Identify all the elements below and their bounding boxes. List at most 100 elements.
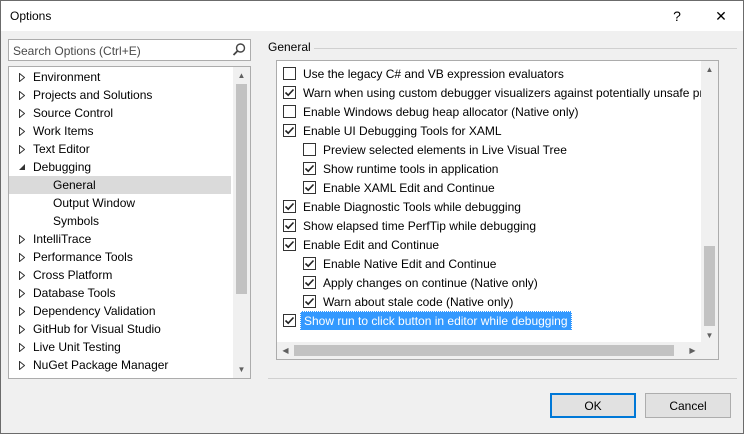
option-row[interactable]: Enable Diagnostic Tools while debugging <box>277 197 703 216</box>
help-button[interactable]: ? <box>655 1 699 31</box>
option-row[interactable]: Warn about stale code (Native only) <box>277 292 703 311</box>
search-placeholder: Search Options (Ctrl+E) <box>13 44 141 58</box>
tree-item-cross-platform[interactable]: Cross Platform <box>9 266 231 284</box>
collapsed-arrow-icon[interactable] <box>17 122 27 140</box>
unchecked-checkbox[interactable] <box>303 143 316 156</box>
tree-item-label: Text Editor <box>33 142 90 156</box>
collapsed-arrow-icon[interactable] <box>17 68 27 86</box>
checked-checkbox[interactable] <box>283 86 296 99</box>
collapsed-arrow-icon[interactable] <box>17 104 27 122</box>
ok-button[interactable]: OK <box>550 393 636 418</box>
expanded-arrow-icon[interactable] <box>17 158 27 176</box>
unchecked-checkbox[interactable] <box>283 67 296 80</box>
scroll-down-arrow-icon[interactable]: ▼ <box>233 361 250 378</box>
tree-item-label: IntelliTrace <box>33 232 92 246</box>
options-category-tree[interactable]: SQL Server Tools NuGet Package Manager Liv… <box>8 66 251 379</box>
tree-item-performance-tools[interactable]: Performance Tools <box>9 248 231 266</box>
checked-checkbox[interactable] <box>283 314 296 327</box>
checked-checkbox[interactable] <box>303 276 316 289</box>
option-row[interactable]: Enable UI Debugging Tools for XAML <box>277 121 703 140</box>
options-vertical-scrollbar[interactable]: ▲ ▼ <box>701 61 718 344</box>
tree-item-label: Cross Platform <box>33 268 113 282</box>
tree-item-github-for-visual-studio[interactable]: GitHub for Visual Studio <box>9 320 231 338</box>
checked-checkbox[interactable] <box>283 200 296 213</box>
tree-item-dependency-validation[interactable]: Dependency Validation <box>9 302 231 320</box>
option-row[interactable]: Enable XAML Edit and Continue <box>277 178 703 197</box>
option-label: Enable XAML Edit and Continue <box>323 180 495 195</box>
checked-checkbox[interactable] <box>303 181 316 194</box>
title-bar: Options ? ✕ <box>1 1 743 31</box>
checked-checkbox[interactable] <box>303 257 316 270</box>
scroll-up-arrow-icon[interactable]: ▲ <box>701 61 718 78</box>
checked-checkbox[interactable] <box>283 124 296 137</box>
close-button[interactable]: ✕ <box>699 1 743 31</box>
option-label: Warn when using custom debugger visualiz… <box>303 85 703 100</box>
option-row[interactable]: Show elapsed time PerfTip while debuggin… <box>277 216 703 235</box>
collapsed-arrow-icon[interactable] <box>17 374 27 378</box>
option-row[interactable]: Show runtime tools in application <box>277 159 703 178</box>
collapsed-arrow-icon[interactable] <box>17 266 27 284</box>
scroll-left-arrow-icon[interactable]: ◀ <box>277 342 294 359</box>
tree-item-nuget-package-manager[interactable]: NuGet Package Manager <box>9 356 231 374</box>
tree-item-debugging[interactable]: Debugging <box>9 158 231 176</box>
tree-item-work-items[interactable]: Work Items <box>9 122 231 140</box>
tree-item-label: Work Items <box>33 124 94 138</box>
checked-checkbox[interactable] <box>283 238 296 251</box>
search-icon[interactable] <box>230 41 248 59</box>
scroll-thumb[interactable] <box>704 246 715 326</box>
tree-item-label: GitHub for Visual Studio <box>33 322 161 336</box>
scroll-thumb[interactable] <box>294 345 674 356</box>
tree-item-general[interactable]: General <box>9 176 231 194</box>
scroll-up-arrow-icon[interactable]: ▲ <box>233 67 250 84</box>
tree-item-projects-and-solutions[interactable]: Projects and Solutions <box>9 86 231 104</box>
checked-checkbox[interactable] <box>303 162 316 175</box>
collapsed-arrow-icon[interactable] <box>17 230 27 248</box>
section-divider <box>314 48 737 49</box>
options-horizontal-scrollbar[interactable]: ◀ ▶ <box>277 342 701 359</box>
search-options-input[interactable]: Search Options (Ctrl+E) <box>8 39 251 61</box>
option-label: Enable Native Edit and Continue <box>323 256 497 271</box>
scrollbar-corner <box>701 342 718 359</box>
option-row[interactable]: Enable Native Edit and Continue <box>277 254 703 273</box>
tree-item-environment[interactable]: Environment <box>9 68 231 86</box>
tree-vertical-scrollbar[interactable]: ▲ ▼ <box>233 67 250 378</box>
tree-item-label: Environment <box>33 70 101 84</box>
tree-item-label: General <box>53 178 96 192</box>
checked-checkbox[interactable] <box>303 295 316 308</box>
collapsed-arrow-icon[interactable] <box>17 338 27 356</box>
option-label: Enable Edit and Continue <box>303 237 440 252</box>
tree-item-output-window[interactable]: Output Window <box>9 194 231 212</box>
collapsed-arrow-icon[interactable] <box>17 248 27 266</box>
options-list[interactable]: Show run to click button in editor while… <box>276 60 719 360</box>
unchecked-checkbox[interactable] <box>283 105 296 118</box>
tree-item-symbols[interactable]: Symbols <box>9 212 231 230</box>
option-row[interactable]: Enable Edit and Continue <box>277 235 703 254</box>
tree-item-live-unit-testing[interactable]: Live Unit Testing <box>9 338 231 356</box>
scroll-right-arrow-icon[interactable]: ▶ <box>684 342 701 359</box>
tree-item-label: NuGet Package Manager <box>33 358 169 372</box>
option-row[interactable]: Warn when using custom debugger visualiz… <box>277 83 703 102</box>
collapsed-arrow-icon[interactable] <box>17 320 27 338</box>
collapsed-arrow-icon[interactable] <box>17 86 27 104</box>
tree-item-source-control[interactable]: Source Control <box>9 104 231 122</box>
tree-item-label: Database Tools <box>33 286 116 300</box>
scroll-thumb[interactable] <box>236 84 247 294</box>
option-row[interactable]: Enable Windows debug heap allocator (Nat… <box>277 102 703 121</box>
option-row[interactable]: Apply changes on continue (Native only) <box>277 273 703 292</box>
collapsed-arrow-icon[interactable] <box>17 284 27 302</box>
option-row[interactable]: Preview selected elements in Live Visual… <box>277 140 703 159</box>
cancel-button[interactable]: Cancel <box>645 393 731 418</box>
collapsed-arrow-icon[interactable] <box>17 140 27 158</box>
collapsed-arrow-icon[interactable] <box>17 356 27 374</box>
tree-item-database-tools[interactable]: Database Tools <box>9 284 231 302</box>
option-row[interactable]: Use the legacy C# and VB expression eval… <box>277 64 703 83</box>
checked-checkbox[interactable] <box>283 219 296 232</box>
collapsed-arrow-icon[interactable] <box>17 302 27 320</box>
section-title: General <box>268 40 311 54</box>
option-label: Show elapsed time PerfTip while debuggin… <box>303 218 537 233</box>
option-row[interactable]: Show run to click button in editor while… <box>277 311 703 330</box>
tree-item-text-editor[interactable]: Text Editor <box>9 140 231 158</box>
tree-item-label: SQL Server Tools <box>33 376 126 378</box>
tree-item-intellitrace[interactable]: IntelliTrace <box>9 230 231 248</box>
tree-item-sql-server-tools[interactable]: SQL Server Tools <box>9 374 231 378</box>
